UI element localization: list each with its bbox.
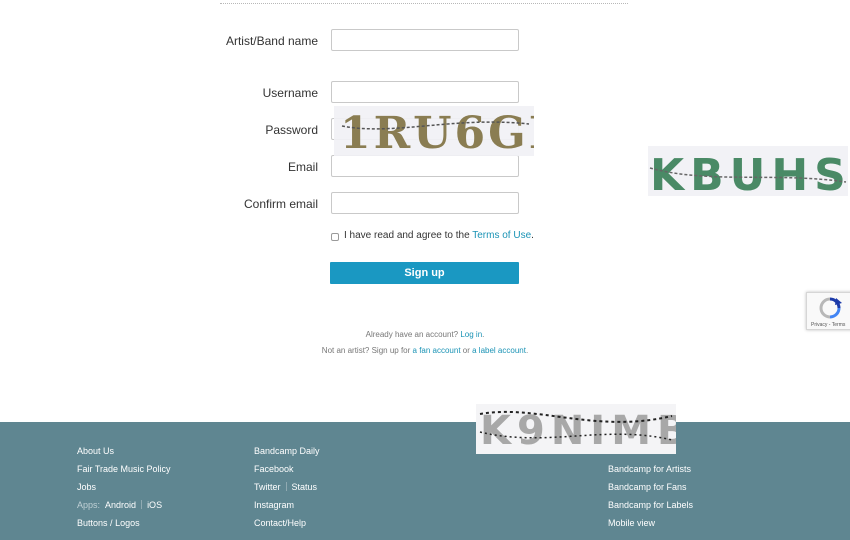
captcha-image: KBUHSK — [648, 146, 848, 196]
footer-fair-trade-link[interactable]: Fair Trade Music Policy — [77, 464, 171, 474]
fan-account-link[interactable]: a fan account — [413, 346, 461, 355]
recaptcha-footer-text: Privacy - Terms — [811, 322, 846, 328]
terms-text: I have read and agree to the Terms of Us… — [344, 230, 534, 241]
confirm-email-label: Confirm email — [243, 197, 318, 211]
captcha-text: KBUHSK — [650, 150, 848, 196]
terms-of-use-link[interactable]: Terms of Use — [472, 230, 531, 241]
footer-separator — [285, 482, 287, 491]
footer-facebook-link[interactable]: Facebook — [254, 464, 294, 474]
login-link[interactable]: Log in — [460, 330, 482, 339]
footer-slash: / — [110, 518, 113, 528]
recaptcha-icon — [819, 297, 842, 319]
captcha-text: K9NIMB — [480, 408, 676, 454]
terms-suffix: . — [531, 230, 534, 241]
captcha-image: K9NIMB — [476, 404, 676, 454]
login-suffix: . — [482, 330, 485, 339]
footer-twitter-link[interactable]: Twitter — [254, 482, 281, 492]
footer-apps-label: Apps: — [77, 500, 101, 510]
footer-android-link[interactable]: Android — [105, 500, 136, 510]
footer-column-company: About Us Fair Trade Music Policy Jobs Ap… — [77, 446, 171, 536]
section-divider — [220, 3, 628, 4]
footer-instagram-link[interactable]: Instagram — [254, 500, 294, 510]
footer-daily-link[interactable]: Bandcamp Daily — [254, 446, 320, 456]
signup-button[interactable]: Sign up — [330, 262, 519, 284]
footer-column-social: Bandcamp Daily Facebook Twitter Status In… — [254, 446, 320, 536]
already-account-text: Already have an account? Log in. — [0, 330, 850, 339]
footer-labels-link[interactable]: Bandcamp for Labels — [608, 500, 693, 510]
terms-checkbox[interactable] — [331, 233, 339, 241]
footer-about-link[interactable]: About Us — [77, 446, 114, 456]
captcha-text: 1RU6GL — [340, 108, 534, 156]
footer-fans-link[interactable]: Bandcamp for Fans — [608, 482, 687, 492]
or-text: or — [460, 346, 473, 355]
footer-buttons-link[interactable]: Buttons — [77, 518, 108, 528]
artist-name-input[interactable] — [331, 29, 519, 51]
confirm-email-input[interactable] — [331, 192, 519, 214]
artist-name-label: Artist/Band name — [225, 34, 318, 48]
email-label: Email — [287, 160, 318, 174]
username-input[interactable] — [331, 81, 519, 103]
footer-contact-link[interactable]: Contact/Help — [254, 518, 306, 528]
footer-artists-link[interactable]: Bandcamp for Artists — [608, 464, 691, 474]
email-input[interactable] — [331, 155, 519, 177]
already-account-prefix: Already have an account? — [365, 330, 461, 339]
not-artist-prefix: Not an artist? Sign up for — [321, 346, 413, 355]
footer-mobile-link[interactable]: Mobile view — [608, 518, 655, 528]
footer-logos-link[interactable]: Logos — [115, 518, 140, 528]
password-label: Password — [265, 123, 318, 137]
label-account-link[interactable]: a label account — [472, 346, 526, 355]
footer-separator — [141, 500, 143, 509]
captcha-image: 1RU6GL — [334, 106, 534, 156]
footer-jobs-link[interactable]: Jobs — [77, 482, 96, 492]
footer-column-products: Bandcamp for Artists Bandcamp for Fans B… — [608, 464, 693, 536]
footer-status-link[interactable]: Status — [292, 482, 318, 492]
recaptcha-badge[interactable]: Privacy - Terms — [806, 292, 850, 330]
not-artist-text: Not an artist? Sign up for a fan account… — [0, 346, 850, 355]
not-artist-end: . — [525, 346, 529, 355]
username-label: Username — [262, 86, 318, 100]
footer-ios-link[interactable]: iOS — [147, 500, 162, 510]
terms-prefix: I have read and agree to the — [344, 230, 473, 241]
